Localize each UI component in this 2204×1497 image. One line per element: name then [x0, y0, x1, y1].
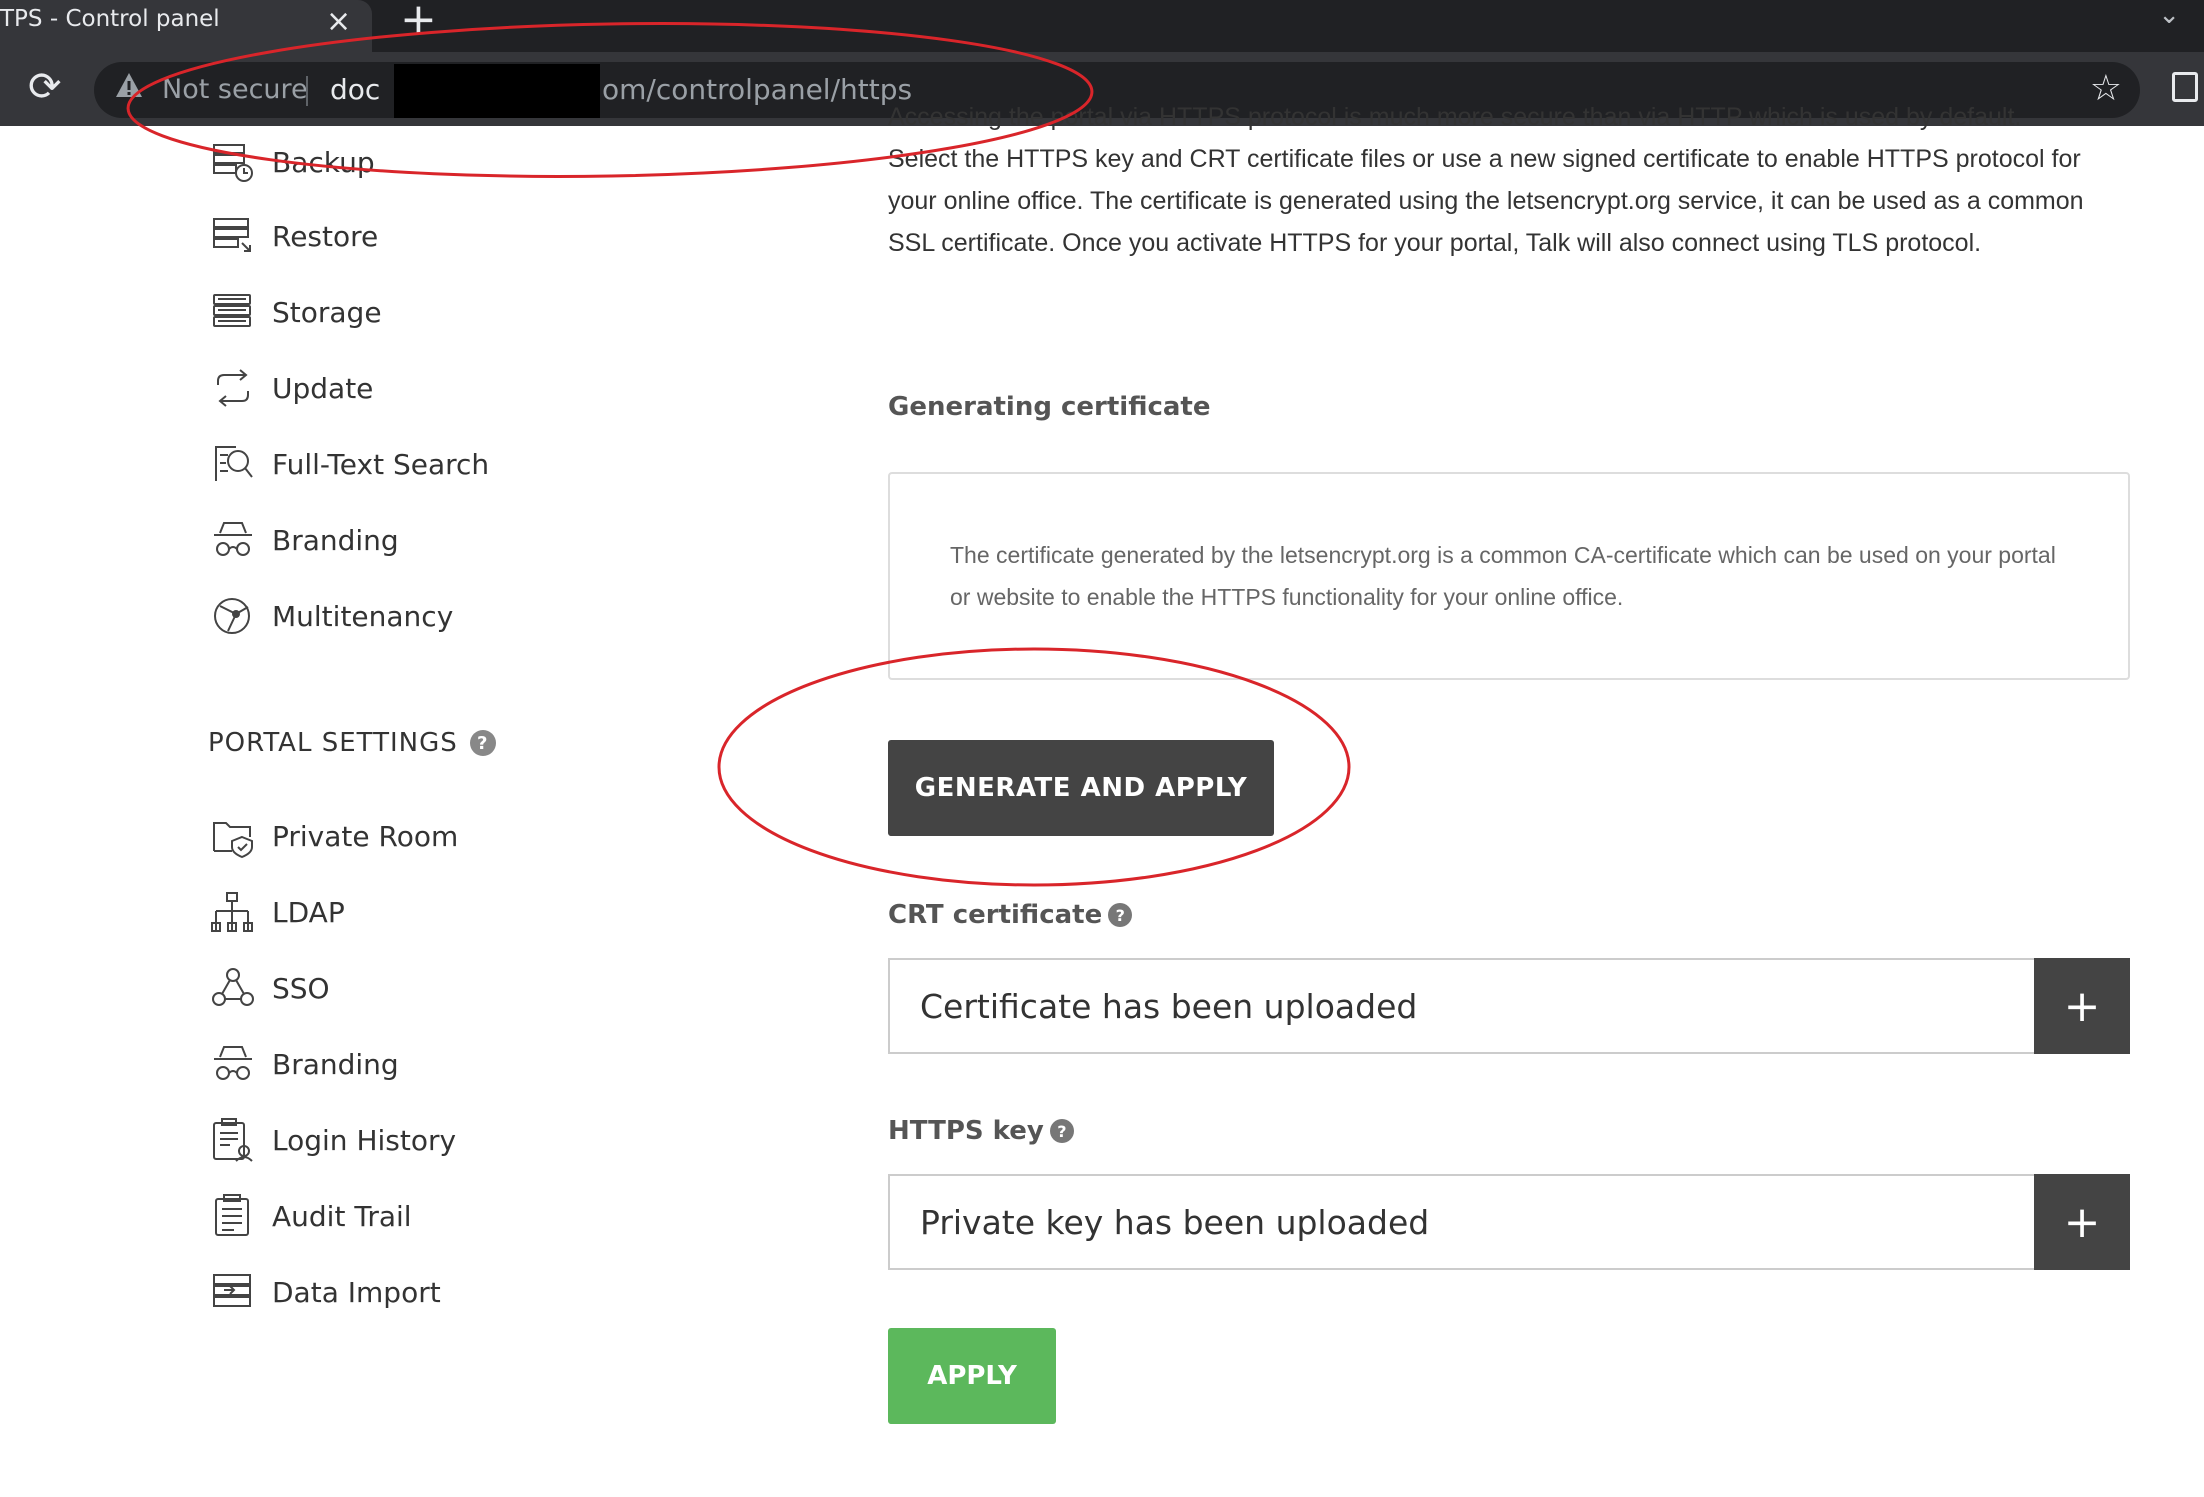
sidebar-item-label: Private Room: [272, 819, 459, 853]
close-tab-icon[interactable]: ×: [326, 4, 351, 39]
intro-text-first-line: Accessing the portal via HTTPS protocol …: [888, 103, 2022, 131]
sidebar-item-ldap[interactable]: LDAP: [210, 884, 345, 940]
add-crt-certificate-button[interactable]: +: [2034, 958, 2130, 1054]
sidebar-item-label: SSO: [272, 971, 330, 1005]
warning-icon[interactable]: [114, 70, 144, 108]
sidebar-item-backup[interactable]: Backup: [210, 134, 375, 190]
sidebar-item-label: Backup: [272, 145, 375, 179]
crt-certificate-field[interactable]: Certificate has been uploaded: [888, 958, 2036, 1054]
tab-title: TPS - Control panel: [0, 6, 220, 32]
url-host: doc: [330, 73, 381, 106]
help-icon[interactable]: ?: [1108, 903, 1133, 927]
sidebar-item-branding-portal[interactable]: Branding: [210, 1036, 399, 1092]
sidebar-item-update[interactable]: Update: [210, 360, 373, 416]
sidebar-item-storage[interactable]: Storage: [210, 284, 382, 340]
reload-icon[interactable]: ⟳: [28, 64, 62, 110]
generating-info-box: The certificate generated by the letsenc…: [888, 472, 2130, 680]
restore-icon: [213, 218, 251, 252]
add-https-key-button[interactable]: +: [2034, 1174, 2130, 1270]
url-path: om/controlpanel/https: [602, 73, 913, 106]
branding-icon: [214, 522, 252, 556]
sidebar-item-login-history[interactable]: Login History: [210, 1112, 456, 1168]
section-title-text: PORTAL SETTINGS: [208, 728, 458, 758]
apply-button[interactable]: APPLY: [888, 1328, 1056, 1424]
help-icon[interactable]: ?: [469, 730, 496, 756]
data-import-icon: [213, 1274, 251, 1307]
sidebar-item-data-import[interactable]: Data Import: [210, 1264, 441, 1320]
intro-text: Select the HTTPS key and CRT certificate…: [888, 145, 2084, 257]
generating-certificate-title: Generating certificate: [888, 392, 1211, 422]
crt-certificate-label-text: CRT certificate: [888, 900, 1103, 930]
browser-tab[interactable]: TPS - Control panel ×: [0, 0, 372, 52]
sidebar-item-branding[interactable]: Branding: [210, 512, 399, 568]
sidebar-item-multitenancy[interactable]: Multitenancy: [210, 588, 453, 644]
tab-search-icon[interactable]: ⌄: [2158, 0, 2180, 30]
new-tab-icon[interactable]: +: [400, 0, 437, 45]
help-icon[interactable]: ?: [1049, 1119, 1074, 1143]
ldap-icon: [211, 892, 253, 932]
security-status[interactable]: Not secure: [162, 74, 308, 105]
login-history-icon: [213, 1118, 253, 1162]
sidebar-item-private-room[interactable]: Private Room: [210, 808, 458, 864]
sidebar-item-audit-trail[interactable]: Audit Trail: [210, 1188, 412, 1244]
sidebar-item-label: Update: [272, 371, 374, 405]
update-icon: [217, 369, 249, 407]
private-room-icon: [213, 822, 253, 859]
sidebar-item-label: Data Import: [272, 1275, 441, 1309]
multitenancy-icon: [214, 598, 250, 634]
crt-certificate-label: CRT certificate ?: [888, 900, 1133, 930]
storage-icon: [213, 294, 251, 327]
search-icon: [215, 446, 253, 481]
sidebar-item-label: Branding: [272, 1047, 399, 1081]
branding-icon: [214, 1046, 252, 1080]
sidebar-item-label: Full-Text Search: [272, 447, 490, 481]
sidebar-item-label: Restore: [272, 219, 379, 253]
sidebar-item-label: Login History: [272, 1123, 457, 1157]
redaction: [394, 64, 600, 118]
sidebar-item-label: Audit Trail: [272, 1199, 412, 1233]
generating-certificate-title-text: Generating certificate: [888, 392, 1211, 422]
sidebar-item-label: Branding: [272, 523, 399, 557]
browser-tab-bar: TPS - Control panel × + ⌄: [0, 0, 2204, 52]
generating-info-text: The certificate generated by the letsenc…: [950, 542, 2056, 610]
sso-icon: [212, 968, 254, 1006]
https-key-row: Private key has been uploaded +: [888, 1174, 2130, 1270]
portal-settings-heading: PORTAL SETTINGS ?: [208, 728, 496, 758]
https-key-label: HTTPS key ?: [888, 1116, 1074, 1146]
https-key-field[interactable]: Private key has been uploaded: [888, 1174, 2036, 1270]
audit-trail-icon: [215, 1194, 249, 1236]
sidebar-item-restore[interactable]: Restore: [210, 208, 378, 264]
sidebar-item-label: Storage: [272, 295, 382, 329]
crt-certificate-row: Certificate has been uploaded +: [888, 958, 2130, 1054]
sidebar-item-label: LDAP: [272, 895, 345, 929]
sidebar-item-label: Multitenancy: [272, 599, 454, 633]
sidebar-item-full-text-search[interactable]: Full-Text Search: [210, 436, 489, 492]
sidebar-item-sso[interactable]: SSO: [210, 960, 330, 1016]
backup-icon: [213, 144, 253, 182]
https-key-label-text: HTTPS key: [888, 1116, 1044, 1146]
generate-and-apply-button[interactable]: GENERATE AND APPLY: [888, 740, 1274, 836]
side-panel-icon[interactable]: [2172, 72, 2198, 102]
address-separator: [306, 76, 308, 106]
intro-text-cut: Accessing the portal via HTTPS protocol …: [888, 102, 2128, 136]
